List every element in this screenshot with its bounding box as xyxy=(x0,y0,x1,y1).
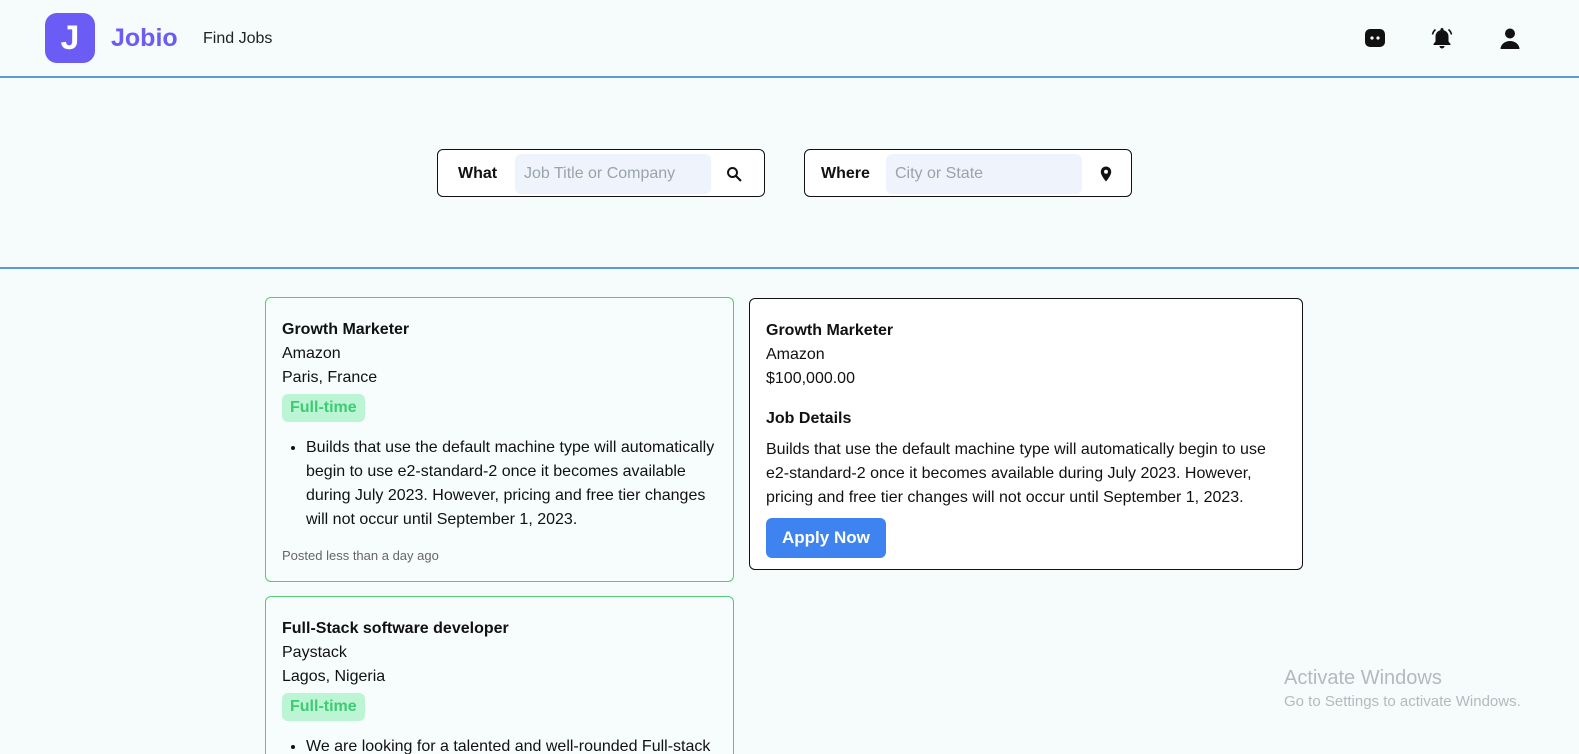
job-card[interactable]: Full-Stack software developer Paystack L… xyxy=(265,596,734,754)
job-description-item: We are looking for a talented and well-r… xyxy=(306,735,717,754)
where-label: Where xyxy=(821,165,870,182)
detail-description: Builds that use the default machine type… xyxy=(766,441,1266,506)
job-description-item: Builds that use the default machine type… xyxy=(306,436,717,532)
job-title: Full-Stack software developer xyxy=(282,620,509,637)
job-company: Paystack xyxy=(282,644,347,661)
where-search-box: Where xyxy=(804,149,1132,197)
nav-find-jobs-link[interactable]: Find Jobs xyxy=(203,30,272,48)
job-description: We are looking for a talented and well-r… xyxy=(282,735,717,754)
job-title: Growth Marketer xyxy=(282,321,410,338)
detail-company: Amazon xyxy=(766,346,825,363)
job-details-heading: Job Details xyxy=(766,410,852,427)
brand-name[interactable]: Jobio xyxy=(111,24,178,53)
windows-activation-watermark: Activate Windows Go to Settings to activ… xyxy=(1284,667,1521,710)
job-location: Lagos, Nigeria xyxy=(282,668,386,685)
job-type-badge: Full-time xyxy=(282,394,365,422)
bell-icon[interactable] xyxy=(1429,25,1455,51)
what-search-box: What xyxy=(437,149,765,197)
job-type-badge: Full-time xyxy=(282,693,365,721)
logo[interactable]: J xyxy=(45,13,95,63)
search-icon[interactable] xyxy=(725,165,743,183)
job-company: Amazon xyxy=(282,345,341,362)
watermark-subtitle: Go to Settings to activate Windows. xyxy=(1284,693,1521,710)
top-navbar: J Jobio Find Jobs xyxy=(0,0,1579,78)
job-description: Builds that use the default machine type… xyxy=(282,436,717,532)
detail-salary: $100,000.00 xyxy=(766,370,855,387)
chat-icon[interactable] xyxy=(1362,25,1388,51)
what-search-input[interactable] xyxy=(515,154,711,194)
location-pin-icon[interactable] xyxy=(1097,165,1115,183)
job-detail-panel: Growth Marketer Amazon $100,000.00 Job D… xyxy=(749,298,1303,570)
job-location: Paris, France xyxy=(282,369,378,386)
search-section: What Where xyxy=(0,78,1579,269)
user-icon[interactable] xyxy=(1497,25,1523,51)
job-posted-time: Posted less than a day ago xyxy=(282,548,439,563)
job-card[interactable]: Growth Marketer Amazon Paris, France Ful… xyxy=(265,297,734,582)
apply-now-button[interactable]: Apply Now xyxy=(766,518,886,558)
what-label: What xyxy=(458,165,498,182)
where-search-input[interactable] xyxy=(886,154,1082,194)
detail-job-title: Growth Marketer xyxy=(766,322,894,339)
watermark-title: Activate Windows xyxy=(1284,667,1442,689)
